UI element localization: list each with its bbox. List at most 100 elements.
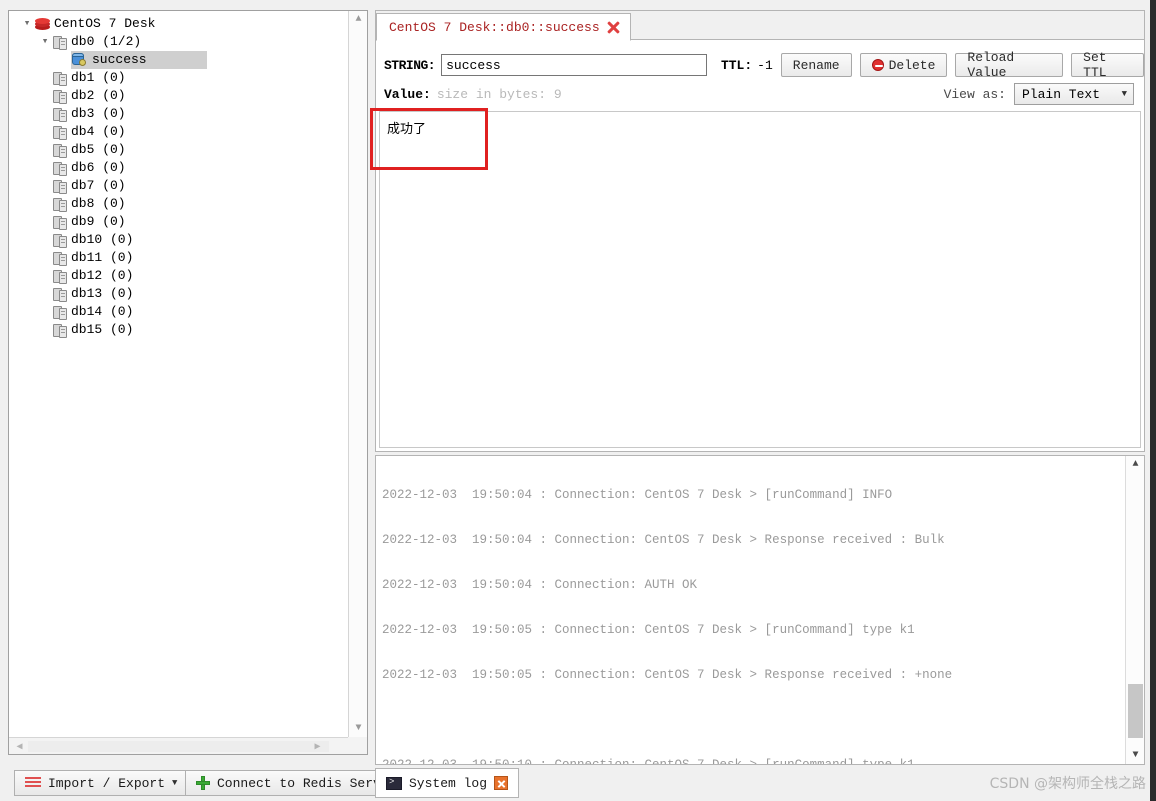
- key-editor-panel: CentOS 7 Desk::db0::success STRING: TTL:…: [375, 10, 1145, 452]
- database-icon: [53, 35, 67, 50]
- log-line: 2022-12-03 19:50:04 : Connection: CentOS…: [382, 533, 1125, 548]
- tree-item-root[interactable]: ▾ CentOS 7 Desk: [9, 15, 348, 33]
- value-label: Value:: [384, 87, 431, 102]
- log-line: 2022-12-03 19:50:05 : Connection: CentOS…: [382, 668, 1125, 683]
- tree-horizontal-scrollbar[interactable]: ◀ ▶: [9, 737, 348, 754]
- database-icon: [53, 305, 67, 320]
- chevron-down-icon[interactable]: ▾: [19, 15, 35, 33]
- key-type-label: STRING:: [384, 58, 435, 73]
- view-as-select[interactable]: Plain Text ▼: [1014, 83, 1134, 105]
- tree-item-db8[interactable]: db8 (0): [9, 195, 348, 213]
- tree-item-label: db7 (0): [67, 177, 126, 195]
- tree-item-key-success[interactable]: success: [9, 51, 348, 69]
- import-export-button[interactable]: Import / Export ▼: [14, 770, 188, 796]
- database-icon: [53, 107, 67, 122]
- value-size-label: size in bytes: 9: [437, 87, 562, 102]
- chevron-down-icon: ▼: [1122, 89, 1127, 99]
- window-edge: [1150, 0, 1156, 801]
- log-line: [382, 713, 1125, 728]
- view-as-value: Plain Text: [1022, 87, 1100, 102]
- connect-label: Connect to Redis Server: [217, 776, 396, 791]
- database-icon: [53, 143, 67, 158]
- tree-item-label: db5 (0): [67, 141, 126, 159]
- tree-item-label: db6 (0): [67, 159, 126, 177]
- tree-item-label: db11 (0): [67, 249, 133, 267]
- close-icon[interactable]: [494, 776, 508, 790]
- tree-item-db9[interactable]: db9 (0): [9, 213, 348, 231]
- console-icon: [386, 777, 402, 790]
- log-line: 2022-12-03 19:50:10 : Connection: CentOS…: [382, 758, 1125, 764]
- import-export-label: Import / Export: [48, 776, 165, 791]
- scroll-right-icon[interactable]: ▶: [309, 738, 326, 755]
- log-line: 2022-12-03 19:50:04 : Connection: AUTH O…: [382, 578, 1125, 593]
- tree-item-label: CentOS 7 Desk: [50, 15, 155, 33]
- scroll-track[interactable]: [28, 741, 329, 752]
- tree-item-db10[interactable]: db10 (0): [9, 231, 348, 249]
- close-icon[interactable]: [607, 21, 620, 34]
- tree-item-label: db0 (1/2): [67, 33, 141, 51]
- redis-icon: [35, 18, 50, 31]
- tree-item-label: db13 (0): [67, 285, 133, 303]
- database-icon: [53, 179, 67, 194]
- database-icon: [53, 251, 67, 266]
- rename-button[interactable]: Rename: [781, 53, 852, 77]
- set-ttl-button[interactable]: Set TTL: [1071, 53, 1144, 77]
- tree-item-db0[interactable]: ▾ db0 (1/2): [9, 33, 348, 51]
- tab-bar: CentOS 7 Desk::db0::success: [376, 11, 1144, 40]
- system-log-panel: 2022-12-03 19:50:04 : Connection: CentOS…: [375, 455, 1145, 765]
- tree-item-label: success: [88, 51, 147, 69]
- ttl-label: TTL:: [721, 58, 752, 73]
- tree-item-db2[interactable]: db2 (0): [9, 87, 348, 105]
- tree-item-db5[interactable]: db5 (0): [9, 141, 348, 159]
- chevron-down-icon[interactable]: ▾: [37, 33, 53, 51]
- tree-item-db6[interactable]: db6 (0): [9, 159, 348, 177]
- reload-value-button[interactable]: Reload Value: [955, 53, 1063, 77]
- bottom-toolbar: Import / Export ▼ Connect to Redis Serve…: [0, 765, 1156, 801]
- ttl-value: -1: [757, 58, 773, 73]
- tree-vertical-scrollbar[interactable]: ▲ ▼: [348, 11, 367, 737]
- delete-icon: [872, 59, 884, 71]
- tree-item-label: db4 (0): [67, 123, 126, 141]
- set-ttl-button-label: Set TTL: [1083, 50, 1132, 80]
- key-name-input[interactable]: [441, 54, 707, 76]
- tree-item-db14[interactable]: db14 (0): [9, 303, 348, 321]
- redis-desktop-manager-window: ▾ CentOS 7 Desk ▾ db0 (1/2): [0, 0, 1156, 801]
- scroll-up-icon[interactable]: ▲: [1126, 456, 1145, 473]
- database-icon: [53, 161, 67, 176]
- scroll-up-icon[interactable]: ▲: [349, 11, 368, 28]
- log-line: 2022-12-03 19:50:04 : Connection: CentOS…: [382, 488, 1125, 503]
- connection-tree[interactable]: ▾ CentOS 7 Desk ▾ db0 (1/2): [9, 11, 348, 737]
- chevron-down-icon: ▼: [172, 778, 177, 788]
- log-vertical-scrollbar[interactable]: ▲ ▼: [1125, 456, 1144, 764]
- system-log-tab[interactable]: System log: [375, 768, 519, 798]
- tree-item-db4[interactable]: db4 (0): [9, 123, 348, 141]
- view-as-control: View as: Plain Text ▼: [944, 81, 1134, 107]
- key-toolbar: STRING: TTL: -1 Rename Delete Reload Val…: [376, 51, 1144, 79]
- value-text: 成功了: [387, 118, 426, 137]
- tree-item-db13[interactable]: db13 (0): [9, 285, 348, 303]
- tree-item-db12[interactable]: db12 (0): [9, 267, 348, 285]
- tree-item-db3[interactable]: db3 (0): [9, 105, 348, 123]
- scroll-thumb[interactable]: [1128, 684, 1143, 738]
- tree-item-label: db3 (0): [67, 105, 126, 123]
- tree-item-label: db1 (0): [67, 69, 126, 87]
- system-log-label: System log: [409, 776, 487, 791]
- key-icon: [71, 53, 88, 67]
- scroll-down-icon[interactable]: ▼: [349, 720, 368, 737]
- delete-button-label: Delete: [889, 58, 936, 73]
- scroll-down-icon[interactable]: ▼: [1126, 747, 1145, 764]
- tree-item-db15[interactable]: db15 (0): [9, 321, 348, 339]
- database-icon: [53, 323, 67, 338]
- scroll-left-icon[interactable]: ◀: [11, 738, 28, 755]
- tree-item-db1[interactable]: db1 (0): [9, 69, 348, 87]
- tree-item-label: db10 (0): [67, 231, 133, 249]
- value-text-area[interactable]: 成功了: [379, 111, 1141, 448]
- tree-item-label: db15 (0): [67, 321, 133, 339]
- tree-item-db7[interactable]: db7 (0): [9, 177, 348, 195]
- tab-key-success[interactable]: CentOS 7 Desk::db0::success: [376, 13, 631, 41]
- scrollbar-corner: [348, 737, 367, 754]
- log-list[interactable]: 2022-12-03 19:50:04 : Connection: CentOS…: [376, 456, 1125, 764]
- tree-item-db11[interactable]: db11 (0): [9, 249, 348, 267]
- database-icon: [53, 287, 67, 302]
- delete-button[interactable]: Delete: [860, 53, 948, 77]
